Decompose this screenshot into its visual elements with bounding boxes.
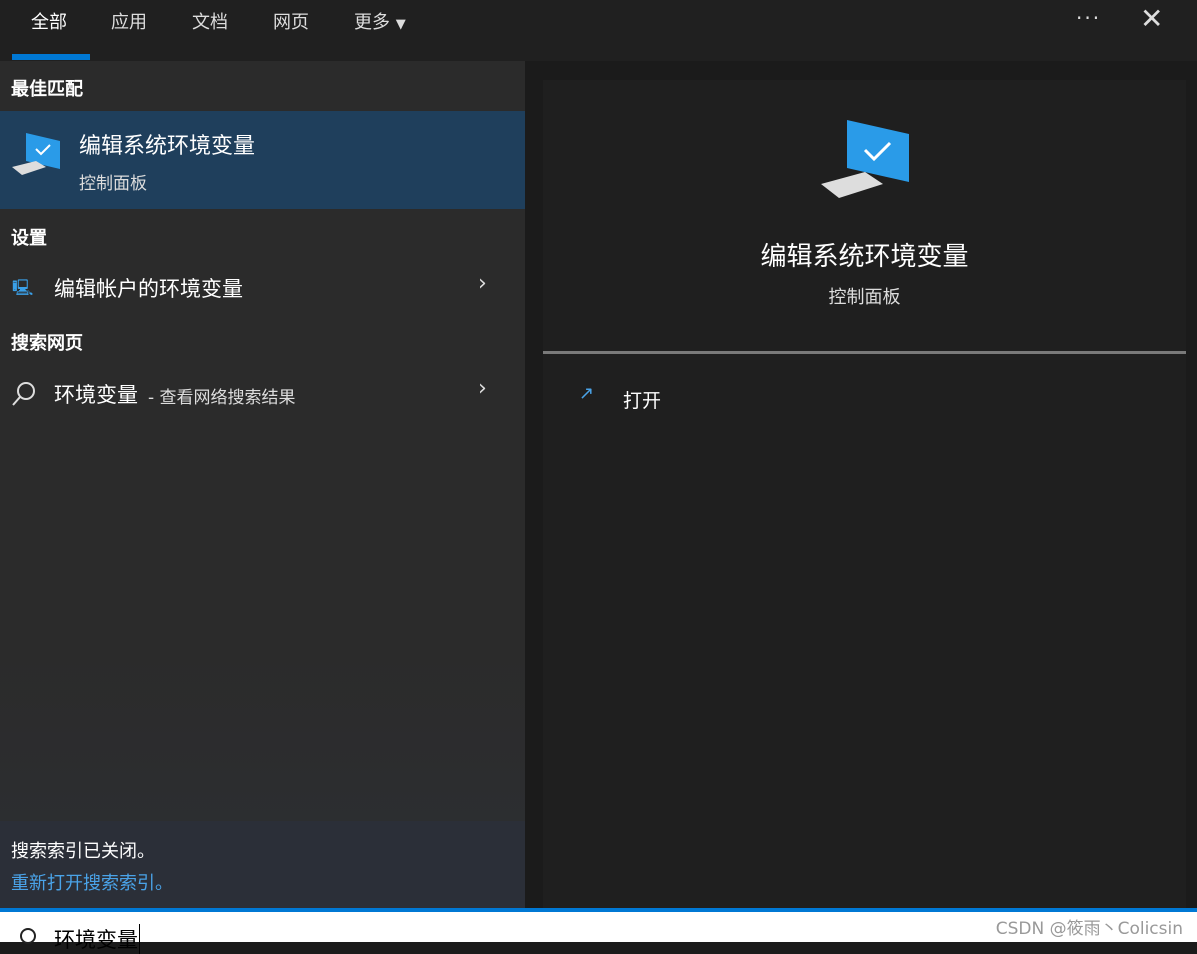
web-header: 搜索网页	[11, 329, 83, 355]
computer-icon	[12, 131, 62, 177]
chevron-right-icon: ›	[478, 376, 487, 401]
open-external-icon: ↗	[579, 383, 594, 404]
best-match-header: 最佳匹配	[11, 75, 83, 101]
best-match-subtitle: 控制面板	[79, 169, 147, 194]
tab-more-label: 更多	[354, 12, 390, 33]
search-box[interactable]: 环境变量 CSDN @筱雨丶Colicsin	[0, 912, 1197, 942]
computer-icon	[821, 118, 911, 202]
tab-all[interactable]: 全部	[31, 8, 67, 34]
detail-subtitle: 控制面板	[543, 283, 1186, 309]
divider	[543, 351, 1186, 354]
tab-documents[interactable]: 文档	[192, 8, 228, 34]
results-panel: 最佳匹配 编辑系统环境变量 控制面板 设置 🖳 编辑帐户的环境变量 › 搜索网页…	[0, 61, 525, 909]
close-icon[interactable]: ✕	[1140, 2, 1163, 35]
settings-item[interactable]: 🖳 编辑帐户的环境变量 ›	[0, 263, 525, 313]
open-action[interactable]: ↗ 打开	[579, 383, 779, 413]
web-search-item[interactable]: 环境变量 - 查看网络搜索结果 ›	[0, 368, 525, 418]
settings-item-label: 编辑帐户的环境变量	[54, 273, 243, 303]
web-suffix: - 查看网络搜索结果	[148, 383, 296, 408]
web-query: 环境变量	[54, 379, 138, 409]
settings-header: 设置	[11, 224, 47, 250]
filter-tabs: 全部 应用 文档 网页 更多 ▼ ··· ✕	[0, 0, 1197, 61]
index-status: 搜索索引已关闭。	[11, 837, 155, 863]
search-input[interactable]: 环境变量	[54, 924, 140, 954]
best-match-item[interactable]: 编辑系统环境变量 控制面板	[0, 111, 525, 209]
search-icon	[18, 926, 38, 946]
active-tab-indicator	[12, 54, 90, 60]
tab-more[interactable]: 更多 ▼	[354, 8, 406, 34]
detail-title: 编辑系统环境变量	[543, 236, 1186, 273]
open-label: 打开	[623, 386, 661, 413]
ellipsis-icon[interactable]: ···	[1076, 6, 1101, 30]
computer-icon: 🖳	[12, 277, 33, 304]
caret-down-icon: ▼	[396, 17, 406, 32]
reopen-index-link[interactable]: 重新打开搜索索引。	[11, 869, 173, 895]
index-footer: 搜索索引已关闭。 重新打开搜索索引。	[0, 821, 525, 909]
watermark: CSDN @筱雨丶Colicsin	[996, 914, 1183, 939]
tab-apps[interactable]: 应用	[111, 8, 147, 34]
search-icon	[11, 381, 37, 407]
best-match-title: 编辑系统环境变量	[79, 128, 255, 160]
chevron-right-icon: ›	[478, 271, 487, 296]
tab-web[interactable]: 网页	[273, 8, 309, 34]
detail-panel: 编辑系统环境变量 控制面板 ↗ 打开	[543, 80, 1186, 909]
